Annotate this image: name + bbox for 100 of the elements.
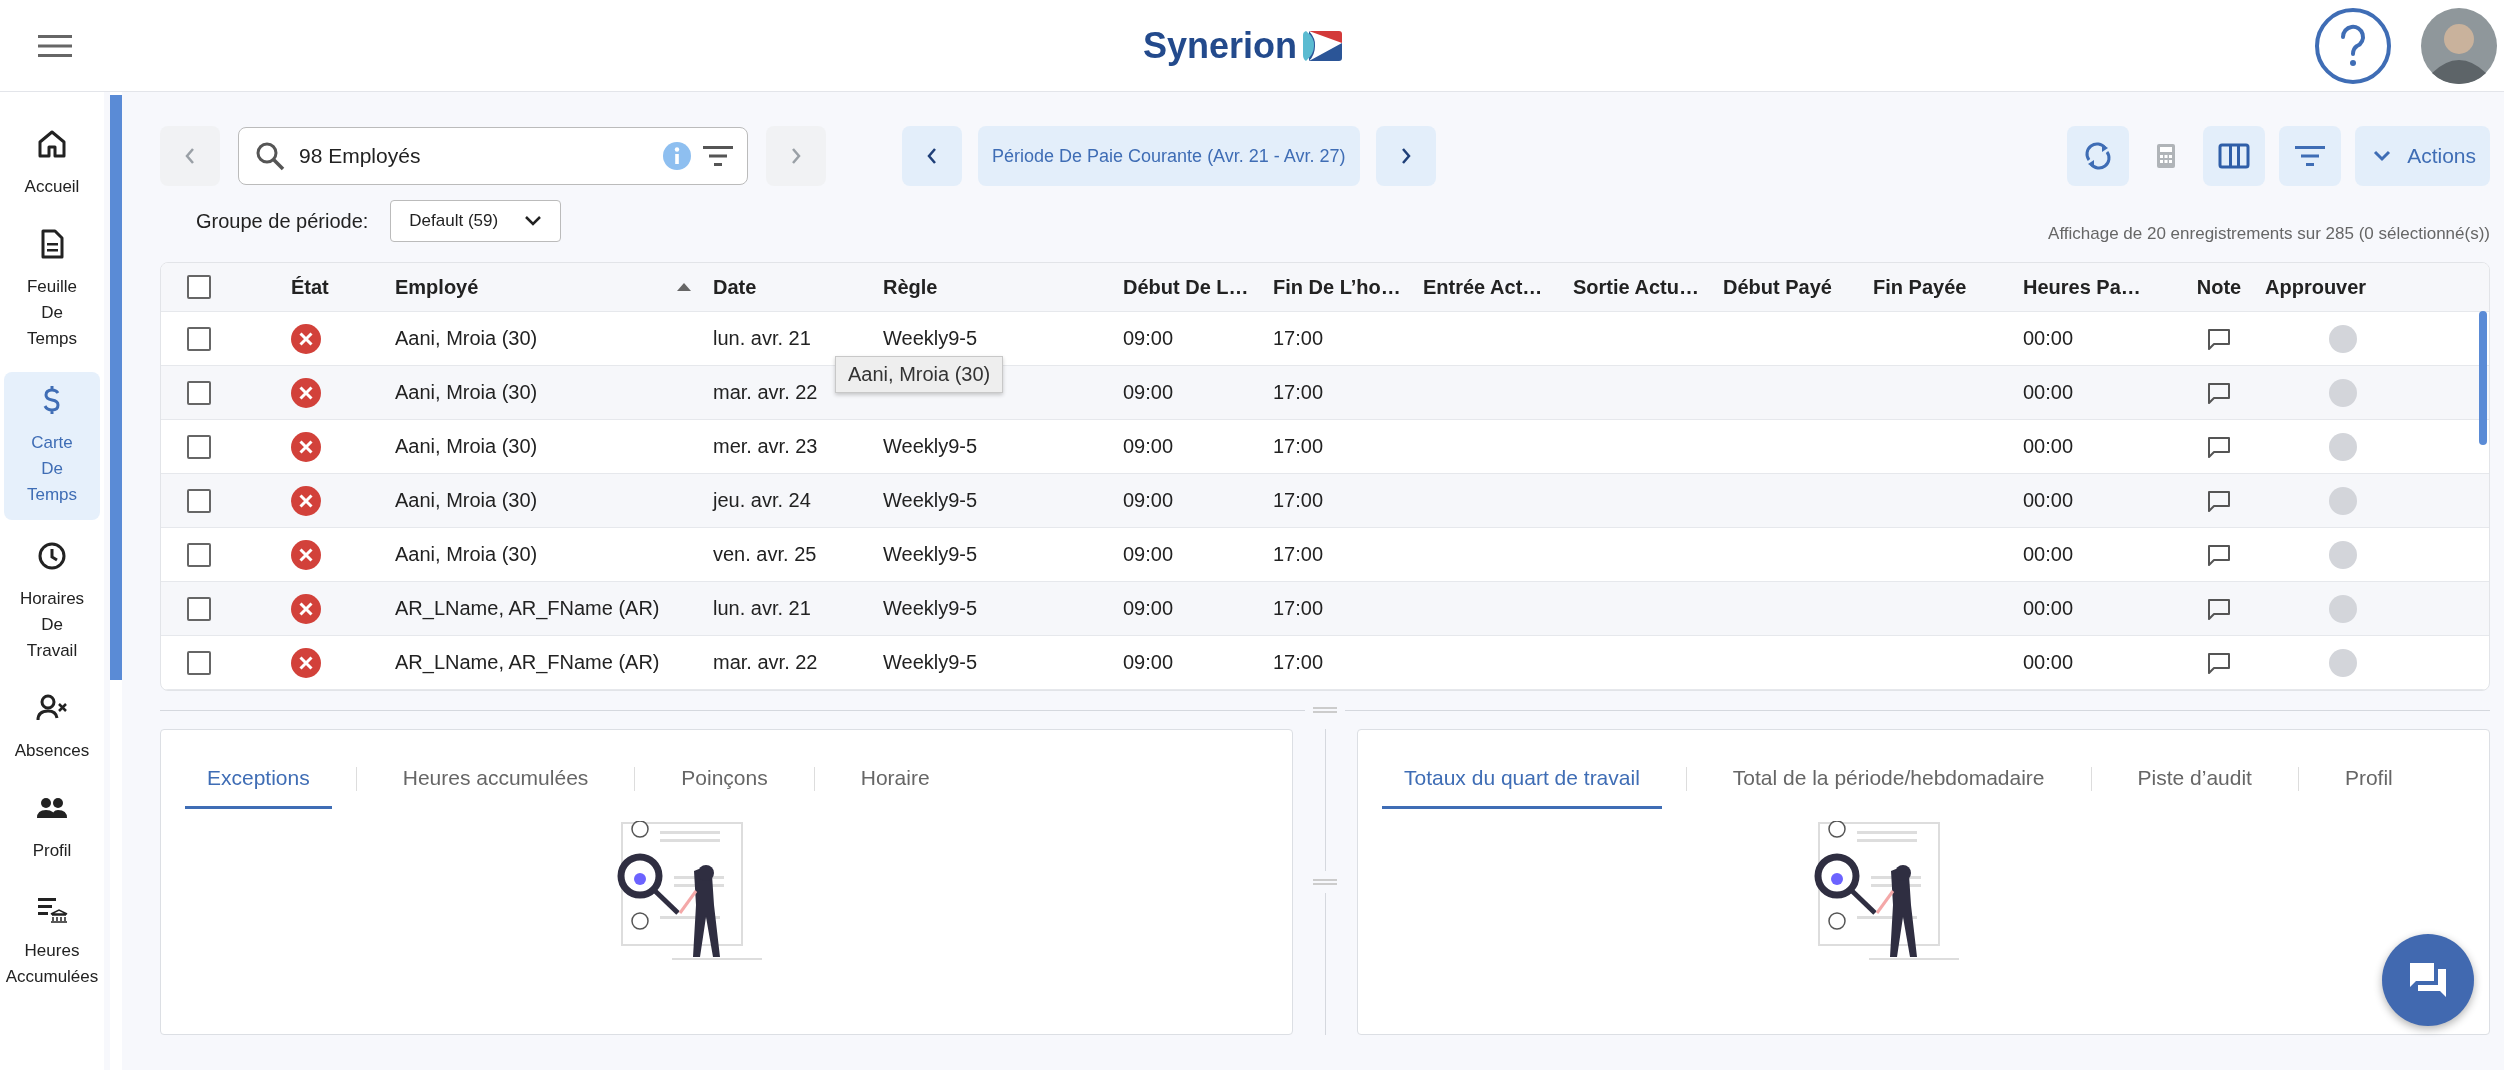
tab[interactable]: Totaux du quart de travail (1382, 756, 1662, 809)
table-cell: 17:00 (1273, 327, 1324, 350)
chevron-left-icon (926, 147, 938, 165)
column-header[interactable]: Fin Payée (1873, 263, 2023, 311)
splitter-handle[interactable] (1313, 707, 1337, 713)
nav-item[interactable]: Feuille De Temps (4, 220, 100, 360)
error-icon (291, 323, 321, 354)
approve-toggle[interactable] (2329, 432, 2357, 461)
column-header[interactable]: Note (2173, 263, 2265, 311)
table-cell: 17:00 (1273, 381, 1324, 404)
checkbox[interactable] (187, 596, 211, 621)
comment-icon[interactable] (2207, 435, 2231, 458)
checkbox[interactable] (187, 650, 211, 675)
table-cell: Weekly9-5 (883, 651, 978, 674)
chevron-right-icon (1399, 147, 1412, 165)
splitter-handle[interactable] (1313, 879, 1337, 885)
column-header[interactable]: Début Payé (1723, 263, 1873, 311)
table-cell: AR_LName, AR_FName (AR) (395, 597, 660, 620)
scrollbar[interactable] (110, 95, 122, 680)
column-header[interactable]: Règle (883, 263, 1123, 311)
column-header[interactable]: Sortie Actu… (1573, 263, 1723, 311)
table-cell: 09:00 (1123, 381, 1174, 404)
period-group-dropdown[interactable]: Default (59) (390, 200, 562, 242)
search-field[interactable]: 98 Employés (238, 127, 748, 185)
period-button[interactable]: Période De Paie Courante (Avr. 21 - Avr. 27) (978, 126, 1360, 186)
table-cell: Aani, Mroia (30) (395, 381, 538, 404)
menu-icon[interactable] (38, 33, 72, 58)
actions-button[interactable]: Actions (2355, 126, 2490, 186)
chevron-down-icon (524, 215, 543, 227)
table-cell: 00:00 (2023, 381, 2074, 404)
nav-item[interactable]: Carte De Temps (4, 372, 100, 520)
columns-icon (2218, 143, 2251, 169)
nav-item[interactable]: Profil (4, 784, 100, 872)
nav-item[interactable]: Accueil (4, 120, 100, 208)
checkbox[interactable] (187, 275, 211, 299)
error-icon (291, 377, 321, 408)
approve-toggle[interactable] (2329, 594, 2357, 623)
help-icon[interactable] (2314, 6, 2392, 85)
table-cell: AR_LName, AR_FName (AR) (395, 651, 660, 674)
tab[interactable]: Profil (2322, 756, 2415, 809)
error-icon (291, 539, 321, 570)
columns-button[interactable] (2203, 126, 2266, 186)
column-header[interactable]: Approuver (2265, 263, 2465, 311)
approve-toggle[interactable] (2329, 486, 2357, 515)
column-header[interactable]: Fin De L’ho… (1273, 263, 1423, 311)
tooltip: Aani, Mroia (30) (835, 356, 1004, 393)
tab[interactable]: Piste d’audit (2115, 756, 2274, 809)
scrollbar[interactable] (2479, 311, 2487, 445)
filter-button[interactable] (2279, 126, 2342, 186)
comment-icon[interactable] (2207, 381, 2231, 404)
field-label: Groupe de période: (196, 209, 369, 233)
nav-item[interactable]: Horaires De Travail (4, 532, 100, 672)
column-header[interactable]: Date (713, 263, 883, 311)
table-cell: Aani, Mroia (30) (395, 543, 538, 566)
clock-icon (36, 540, 68, 572)
tab[interactable]: Exceptions (185, 756, 332, 809)
table-cell: Aani, Mroia (30) (395, 435, 538, 458)
comment-icon[interactable] (2207, 597, 2231, 620)
tab[interactable]: Heures accumulées (380, 756, 611, 809)
tab[interactable]: Horaire (838, 756, 952, 809)
refresh-button[interactable] (2067, 126, 2130, 186)
nav-item[interactable]: Heures Accumulées (4, 884, 100, 998)
table-cell: 17:00 (1273, 435, 1324, 458)
checkbox[interactable] (187, 326, 211, 351)
approve-toggle[interactable] (2329, 378, 2357, 407)
records-info: Affichage de 20 enregistrements sur 285 (0 sélectionné(s)) (2048, 224, 2490, 244)
checkbox[interactable] (187, 380, 211, 405)
table-cell: 09:00 (1123, 489, 1174, 512)
approve-toggle[interactable] (2329, 540, 2357, 569)
checkbox[interactable] (187, 434, 211, 459)
comment-icon[interactable] (2207, 489, 2231, 512)
search-input[interactable]: 98 Employés (297, 143, 651, 169)
checkbox[interactable] (187, 542, 211, 567)
table-cell: Weekly9-5 (883, 543, 978, 566)
avatar[interactable] (2420, 6, 2498, 85)
table-cell: 00:00 (2023, 543, 2074, 566)
chevron-left-icon (184, 147, 196, 165)
approve-toggle[interactable] (2329, 648, 2357, 677)
table-cell: 00:00 (2023, 435, 2074, 458)
column-header[interactable]: Employé (395, 263, 713, 311)
table-cell: Weekly9-5 (883, 327, 978, 350)
tab[interactable]: Total de la période/hebdomadaire (1710, 756, 2067, 809)
table-cell: jeu. avr. 24 (713, 489, 811, 512)
comment-icon[interactable] (2207, 327, 2231, 350)
column-header[interactable]: Entrée Act… (1423, 263, 1573, 311)
table-cell: 00:00 (2023, 597, 2074, 620)
comment-icon[interactable] (2207, 651, 2231, 674)
table-cell: lun. avr. 21 (713, 597, 811, 620)
filter-icon (703, 145, 733, 167)
approve-toggle[interactable] (2329, 324, 2357, 353)
column-header[interactable]: État (261, 263, 395, 311)
column-header[interactable]: Heures Pa… (2023, 263, 2173, 311)
tab[interactable]: Poinçons (659, 756, 790, 809)
nav-item[interactable]: Absences (4, 684, 100, 772)
checkbox[interactable] (187, 488, 211, 513)
logo-text: Synerion (1142, 24, 1297, 67)
table-cell: 09:00 (1123, 435, 1174, 458)
chat-icon (2408, 961, 2448, 999)
comment-icon[interactable] (2207, 543, 2231, 566)
column-header[interactable]: Début De L… (1123, 263, 1273, 311)
